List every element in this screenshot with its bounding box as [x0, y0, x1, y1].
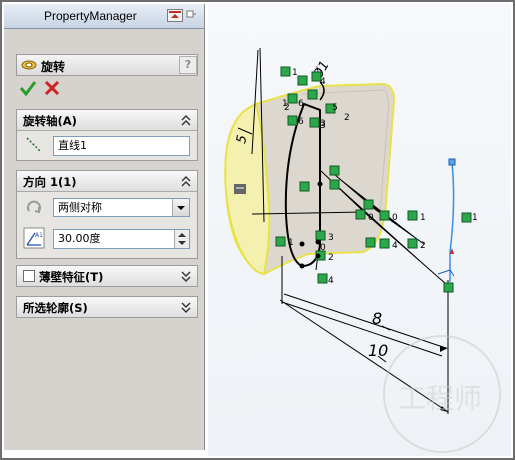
- svg-text:2: 2: [284, 103, 290, 113]
- selected-contours-group: 所选轮廓(S): [16, 296, 198, 318]
- svg-text:A1: A1: [35, 232, 43, 239]
- help-button[interactable]: ?: [179, 56, 197, 74]
- thin-feature-group: 薄壁特征(T): [16, 265, 198, 287]
- axis-group-title: 旋转轴(A): [23, 114, 77, 128]
- svg-text:0: 0: [368, 213, 374, 223]
- expand-panel-icon[interactable]: [167, 9, 183, 22]
- axis-group-header[interactable]: 旋转轴(A): [17, 110, 197, 131]
- axis-selection-field[interactable]: 直线1: [53, 136, 190, 156]
- watermark: 工程师: [383, 335, 501, 453]
- rotate-cursor-icon: [234, 184, 246, 194]
- svg-text:4: 4: [328, 276, 334, 286]
- end-condition-value: 两侧对称: [58, 201, 102, 214]
- dim-label-8[interactable]: 8: [372, 309, 382, 328]
- axis-group: 旋转轴(A) 直线1: [16, 109, 198, 161]
- angle-icon: A1: [23, 227, 45, 249]
- svg-text:1: 1: [292, 68, 298, 78]
- svg-text:3: 3: [328, 233, 334, 243]
- expand-icon[interactable]: [180, 269, 192, 283]
- end-condition-select[interactable]: 两侧对称: [53, 198, 190, 217]
- expand-icon[interactable]: [180, 300, 192, 314]
- selected-contours-header[interactable]: 所选轮廓(S): [17, 297, 197, 317]
- direction-group-title: 方向 1(1): [23, 175, 77, 189]
- ok-checkmark-icon[interactable]: [20, 80, 36, 96]
- svg-text:5: 5: [332, 103, 338, 113]
- thin-feature-header[interactable]: 薄壁特征(T): [17, 266, 197, 286]
- thin-feature-checkbox[interactable]: [23, 270, 35, 282]
- svg-text:0: 0: [392, 213, 398, 223]
- thin-feature-title: 薄壁特征(T): [39, 270, 104, 284]
- window-frame: PropertyManager 旋转 ? 旋转轴(A) 直线1 方向 1(1) …: [0, 0, 515, 460]
- collapse-icon[interactable]: [180, 113, 192, 127]
- svg-text:0: 0: [320, 243, 326, 253]
- pin-icon[interactable]: [185, 9, 197, 22]
- svg-text:2: 2: [420, 241, 426, 251]
- collapse-icon[interactable]: [180, 174, 192, 188]
- revolve-icon: [21, 60, 37, 70]
- selected-contours-title: 所选轮廓(S): [23, 301, 88, 315]
- svg-text:2: 2: [328, 253, 334, 263]
- feature-name: 旋转: [41, 60, 66, 74]
- svg-text:4: 4: [392, 241, 398, 251]
- svg-text:6: 6: [298, 117, 304, 127]
- direction-group: 方向 1(1) 两侧对称 A1 30.00度: [16, 170, 198, 259]
- svg-text:6: 6: [298, 99, 304, 109]
- reverse-direction-icon[interactable]: [25, 199, 43, 217]
- direction-group-header[interactable]: 方向 1(1): [17, 171, 197, 192]
- svg-text:2: 2: [344, 113, 350, 123]
- svg-text:工程师: 工程师: [398, 382, 482, 415]
- feature-header: 旋转 ?: [16, 54, 198, 76]
- svg-text:3: 3: [320, 121, 326, 131]
- graphics-area[interactable]: 5 Ø1 8 10 1 4 1 6 5 2 3 2 6 3 0 1 4 2 1 …: [208, 4, 511, 456]
- dropdown-arrow-icon[interactable]: [172, 199, 189, 216]
- model-view[interactable]: 5 Ø1 8 10 1 4 1 6 5 2 3 2 6 3 0 1 4 2 1 …: [208, 4, 511, 456]
- dim-label-10[interactable]: 10: [368, 341, 388, 360]
- panel-title: PropertyManager: [44, 9, 137, 23]
- angle-spinner[interactable]: [174, 230, 189, 248]
- property-manager-panel: PropertyManager 旋转 ? 旋转轴(A) 直线1 方向 1(1) …: [4, 4, 205, 450]
- revolve-axis-line: [449, 161, 455, 282]
- property-manager-titlebar: PropertyManager: [4, 4, 204, 29]
- svg-text:1: 1: [288, 238, 294, 248]
- svg-text:4: 4: [320, 77, 326, 87]
- angle-input[interactable]: 30.00度: [53, 229, 190, 249]
- axis-line-icon: [26, 137, 42, 153]
- angle-value: 30.00度: [58, 232, 101, 245]
- svg-text:1: 1: [472, 213, 478, 223]
- svg-text:1: 1: [420, 213, 426, 223]
- cancel-x-icon[interactable]: [44, 80, 60, 96]
